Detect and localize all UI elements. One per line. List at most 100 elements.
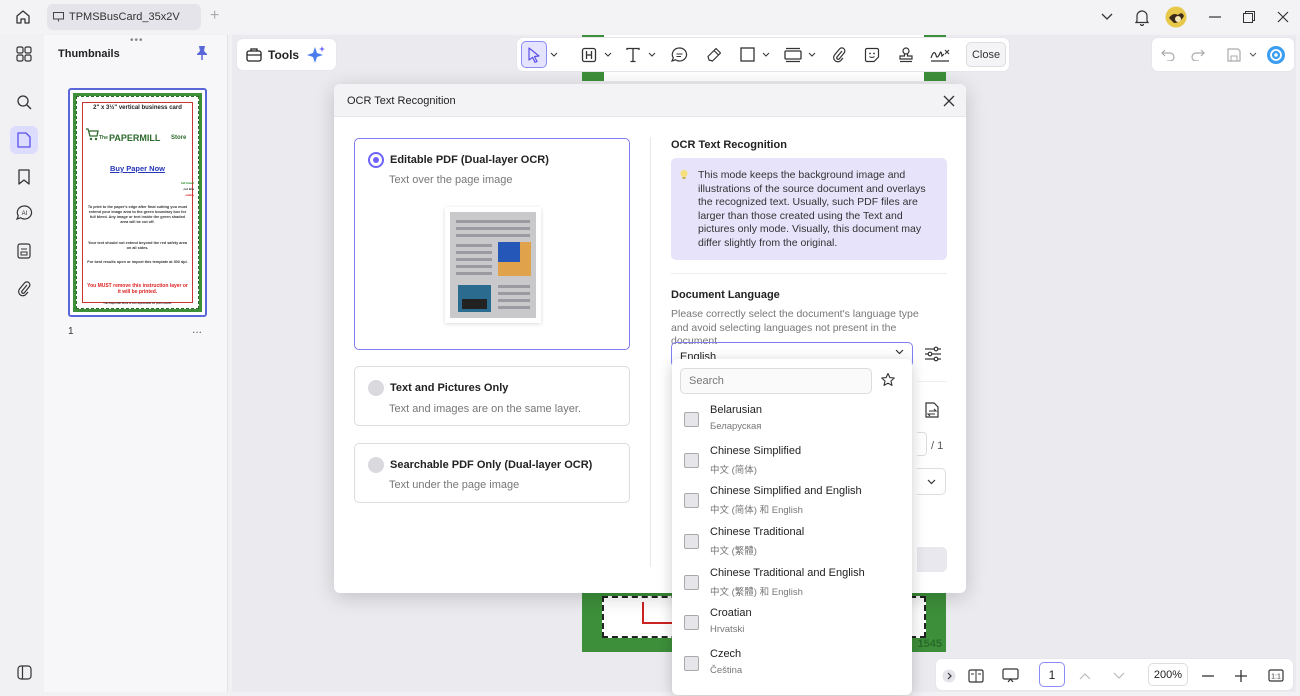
option-title: Text and Pictures Only: [390, 382, 509, 394]
option-text-and-pictures[interactable]: Text and Pictures Only Text and images a…: [354, 366, 630, 426]
attachment-icon[interactable]: [10, 274, 38, 302]
tools-button[interactable]: Tools: [237, 39, 336, 70]
undo-icon[interactable]: [1156, 41, 1180, 68]
apply-button[interactable]: [917, 547, 947, 572]
page-thumbnail[interactable]: 2" x 3½" vertical business card The PAPE…: [68, 88, 207, 317]
page-layout-icon[interactable]: [964, 662, 988, 689]
checkbox[interactable]: [684, 575, 699, 590]
checkbox[interactable]: [684, 412, 699, 427]
redo-icon[interactable]: [1186, 41, 1210, 68]
thumbnails-panel: ••• Thumbnails 2" x 3½" vertical busines…: [44, 35, 228, 692]
presentation-icon[interactable]: [998, 662, 1022, 689]
text-dropdown-icon[interactable]: [647, 41, 657, 68]
comment-tool-icon[interactable]: [667, 41, 691, 68]
pin-icon[interactable]: [195, 45, 209, 64]
save-icon[interactable]: [1222, 41, 1246, 68]
left-rail: AI: [4, 35, 44, 692]
shape-dropdown-icon[interactable]: [761, 41, 771, 68]
language-search-input[interactable]: [680, 368, 872, 394]
shape-tool-icon[interactable]: [735, 41, 759, 68]
home-icon[interactable]: [12, 7, 34, 27]
option-title: Editable PDF (Dual-layer OCR): [390, 154, 549, 166]
cut-line-label: cut line: [183, 187, 194, 191]
resize-handle[interactable]: •••: [130, 35, 144, 46]
search-icon[interactable]: [10, 88, 38, 116]
history-toolbar: [1152, 38, 1294, 71]
option-editable-pdf[interactable]: Editable PDF (Dual-layer OCR) Text over …: [354, 138, 630, 350]
save-dropdown-icon[interactable]: [1248, 41, 1258, 68]
close-icon[interactable]: [1272, 6, 1294, 28]
language-name: Czech: [710, 648, 742, 660]
page-range-icon[interactable]: [924, 402, 940, 422]
close-dialog-icon[interactable]: [940, 92, 958, 110]
checkbox[interactable]: [684, 656, 699, 671]
buy-paper-link[interactable]: Buy Paper Now: [77, 164, 198, 173]
option-description: Text under the page image: [389, 479, 520, 491]
language-option-chinese-simplified[interactable]: Chinese Simplified 中文 (简体): [672, 443, 912, 483]
bell-icon[interactable]: [1131, 6, 1153, 28]
prev-page-icon[interactable]: [1076, 662, 1094, 689]
language-option-belarusian[interactable]: Belarusian Беларуская: [672, 402, 912, 442]
measure-tool-icon[interactable]: [781, 41, 805, 68]
more-options-icon[interactable]: ...: [192, 322, 202, 336]
stamp-tool-icon[interactable]: [894, 41, 918, 68]
highlight-tool-icon[interactable]: [577, 41, 601, 68]
select-cursor-icon[interactable]: [521, 41, 547, 68]
assistant-icon[interactable]: [1264, 41, 1288, 68]
bookmark-icon[interactable]: [10, 163, 38, 191]
ai-sparkle-icon[interactable]: [306, 45, 326, 65]
radio-text-and-pictures[interactable]: [368, 380, 384, 396]
comment-icon[interactable]: AI: [10, 199, 38, 227]
page-total: / 1: [931, 440, 944, 452]
signature-tool-icon[interactable]: [927, 41, 953, 68]
language-settings-icon[interactable]: [924, 346, 942, 365]
panel-title: Thumbnails: [58, 48, 120, 60]
checkbox[interactable]: [684, 615, 699, 630]
checkbox[interactable]: [684, 453, 699, 468]
grid-icon[interactable]: [10, 40, 38, 68]
restore-icon[interactable]: [1238, 6, 1260, 28]
safety-label: safety: [185, 193, 194, 197]
zoom-level[interactable]: 200%: [1148, 663, 1188, 686]
cart-icon: [86, 128, 99, 141]
current-page-input[interactable]: 1: [1039, 662, 1065, 687]
form-icon[interactable]: [10, 237, 38, 265]
expand-icon[interactable]: [940, 662, 958, 689]
document-tab[interactable]: TPMSBusCard_35x2V: [47, 4, 201, 30]
page-fragment-number: 1545: [917, 638, 942, 650]
zoom-out-icon[interactable]: [1198, 662, 1218, 689]
highlight-dropdown-icon[interactable]: [603, 41, 613, 68]
language-option-croatian[interactable]: Croatian Hrvatski: [672, 605, 912, 645]
sticker-tool-icon[interactable]: [860, 41, 884, 68]
actual-size-icon[interactable]: 1:1: [1264, 662, 1288, 689]
text-tool-icon[interactable]: [621, 41, 645, 68]
range-select[interactable]: [917, 468, 946, 495]
option-searchable-pdf[interactable]: Searchable PDF Only (Dual-layer OCR) Tex…: [354, 443, 630, 503]
select-dropdown-icon[interactable]: [549, 41, 559, 68]
minimize-icon[interactable]: [1204, 6, 1226, 28]
language-option-czech[interactable]: Czech Čeština: [672, 646, 912, 686]
language-option-chinese-traditional-english[interactable]: Chinese Traditional and English 中文 (繁體) …: [672, 565, 912, 605]
radio-editable-pdf[interactable]: [368, 152, 384, 168]
measure-dropdown-icon[interactable]: [807, 41, 817, 68]
page-icon[interactable]: [10, 126, 38, 154]
document-illustration: [445, 207, 541, 323]
plus-icon[interactable]: +: [210, 8, 219, 24]
pen-tool-icon[interactable]: [702, 41, 726, 68]
radio-searchable-pdf[interactable]: [368, 457, 384, 473]
star-icon[interactable]: [880, 372, 896, 391]
page-range-input[interactable]: [917, 432, 927, 456]
language-name: Chinese Traditional: [710, 526, 805, 538]
checkbox[interactable]: [684, 534, 699, 549]
next-page-icon[interactable]: [1110, 662, 1128, 689]
panel-toggle-icon[interactable]: [10, 658, 38, 686]
zoom-in-icon[interactable]: [1231, 662, 1251, 689]
avatar[interactable]: [1164, 5, 1188, 29]
attach-tool-icon[interactable]: [827, 41, 851, 68]
close-toolbar-button[interactable]: Close: [966, 42, 1006, 67]
thumbnail-page-number: 1: [68, 326, 74, 337]
chevron-down-icon[interactable]: [1096, 6, 1118, 28]
language-option-chinese-simplified-english[interactable]: Chinese Simplified and English 中文 (简体) 和…: [672, 483, 912, 523]
language-option-chinese-traditional[interactable]: Chinese Traditional 中文 (繁體): [672, 524, 912, 564]
checkbox[interactable]: [684, 493, 699, 508]
